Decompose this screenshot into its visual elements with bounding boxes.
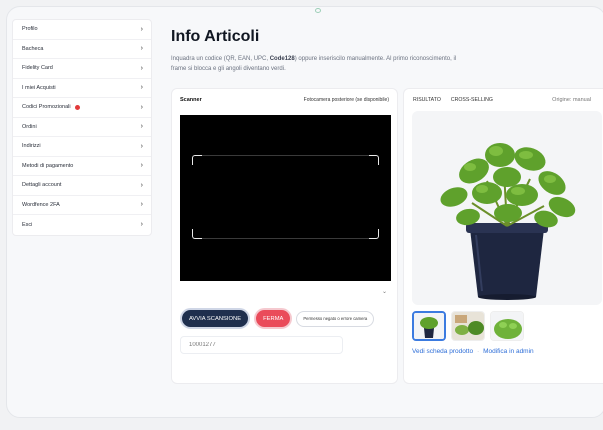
chevron-right-icon: › bbox=[140, 123, 143, 131]
page-description: Inquadra un codice (QR, EAN, UPC, Code12… bbox=[171, 54, 471, 74]
scan-corner-icon bbox=[369, 229, 379, 239]
sidebar-item-label: Codici Promozionali bbox=[22, 104, 71, 111]
basil-plant-image bbox=[440, 143, 576, 300]
desc-code-highlight: Code128 bbox=[269, 56, 295, 62]
status-dot-icon bbox=[315, 8, 321, 13]
sidebar-item-esci[interactable]: Esci › bbox=[13, 215, 151, 235]
start-scan-button[interactable]: AVVIA SCANSIONE bbox=[180, 308, 251, 329]
stop-scan-button[interactable]: FERMA bbox=[254, 308, 293, 329]
sidebar-item-i-miei-acquisti[interactable]: I miei Acquisti › bbox=[13, 79, 151, 98]
camera-select[interactable]: Fotocamera posteriore (se disponibile) bbox=[304, 97, 389, 103]
sidebar-item-label: Fidelity Card bbox=[22, 65, 53, 72]
sidebar-item-profilo[interactable]: Profilo › bbox=[13, 20, 151, 40]
scanner-header: Scanner Fotocamera posteriore (se dispon… bbox=[172, 89, 397, 103]
sidebar-item-label: Metodi di pagamento bbox=[22, 162, 74, 169]
origin-label: Origine: manual bbox=[552, 97, 591, 103]
chevron-right-icon: › bbox=[140, 84, 143, 92]
tab-cross-selling[interactable]: CROSS-SELLING bbox=[451, 97, 493, 103]
thumbnail-plant[interactable] bbox=[412, 311, 446, 341]
chevron-down-icon[interactable]: ⌄ bbox=[382, 288, 387, 295]
sidebar-item-label: Wordfence 2FA bbox=[22, 201, 60, 208]
product-links: Vedi scheda prodotto · Modifica in admin bbox=[412, 348, 534, 355]
sidebar-item-label: I miei Acquisti bbox=[22, 84, 56, 91]
sidebar-item-label: Bacheca bbox=[22, 45, 44, 52]
scanner-actions: AVVIA SCANSIONE FERMA Permesso negato o … bbox=[180, 308, 375, 329]
scan-corner-icon bbox=[192, 229, 202, 239]
scan-corner-icon bbox=[192, 155, 202, 165]
chevron-right-icon: › bbox=[140, 142, 143, 150]
chevron-right-icon: › bbox=[140, 221, 143, 229]
manual-code-input[interactable] bbox=[180, 336, 343, 354]
sidebar-item-label: Indirizzi bbox=[22, 143, 41, 150]
sidebar-item-label-wrap: Ordini bbox=[22, 124, 37, 130]
account-sidebar: Profilo › Bacheca › Fidelity Card › I miei Acq… bbox=[12, 19, 152, 236]
sidebar-item-wordfence-2fa[interactable]: Wordfence 2FA › bbox=[13, 196, 151, 215]
sidebar-item-label-wrap: Profilo bbox=[22, 26, 38, 32]
chevron-right-icon: › bbox=[140, 181, 143, 189]
sidebar-item-label-wrap: Esci bbox=[22, 222, 32, 228]
product-image bbox=[412, 111, 602, 305]
sidebar-item-label-wrap: Bacheca bbox=[22, 46, 43, 52]
sidebar-item-label: Dettagli account bbox=[22, 182, 62, 189]
view-product-link[interactable]: Vedi scheda prodotto bbox=[412, 348, 473, 355]
thumbnail-sprouts[interactable] bbox=[490, 311, 524, 341]
camera-permission-button[interactable]: Permesso negato o errore camera bbox=[296, 310, 375, 327]
sidebar-item-label-wrap: Metodi di pagamento bbox=[22, 163, 73, 169]
notification-badge-icon bbox=[74, 104, 80, 110]
sidebar-item-label: Esci bbox=[22, 221, 33, 228]
thumbnail-leaves[interactable] bbox=[451, 311, 485, 341]
sidebar-item-label-wrap: Indirizzi bbox=[22, 143, 41, 149]
sidebar-item-label-wrap: Codici Promozionali bbox=[22, 104, 80, 110]
scan-frame-edge bbox=[202, 155, 369, 156]
sidebar-item-label-wrap: I miei Acquisti bbox=[22, 85, 56, 91]
sidebar-item-label: Profilo bbox=[22, 26, 38, 33]
sidebar-item-label: Ordini bbox=[22, 123, 37, 130]
chevron-right-icon: › bbox=[140, 25, 143, 33]
camera-viewport bbox=[180, 115, 391, 281]
scan-frame-edge bbox=[202, 238, 369, 239]
sidebar-item-metodi-di-pagamento[interactable]: Metodi di pagamento › bbox=[13, 157, 151, 176]
sidebar-item-indirizzi[interactable]: Indirizzi › bbox=[13, 137, 151, 157]
sidebar-item-label-wrap: Wordfence 2FA bbox=[22, 202, 60, 208]
sidebar-item-fidelity-card[interactable]: Fidelity Card › bbox=[13, 59, 151, 79]
chevron-right-icon: › bbox=[140, 45, 143, 53]
sidebar-item-ordini[interactable]: Ordini › bbox=[13, 118, 151, 137]
edit-in-admin-link[interactable]: Modifica in admin bbox=[483, 348, 534, 355]
link-separator: · bbox=[477, 348, 480, 355]
chevron-right-icon: › bbox=[140, 64, 143, 72]
sidebar-item-dettagli-account[interactable]: Dettagli account › bbox=[13, 176, 151, 196]
page-title: Info Articoli bbox=[171, 28, 260, 45]
scan-corner-icon bbox=[369, 155, 379, 165]
sidebar-item-bacheca[interactable]: Bacheca › bbox=[13, 40, 151, 59]
result-header: RISULTATO CROSS-SELLING Origine: manual bbox=[404, 89, 603, 103]
sidebar-item-label-wrap: Fidelity Card bbox=[22, 65, 53, 71]
chevron-right-icon: › bbox=[140, 103, 143, 111]
product-thumbnails bbox=[412, 311, 524, 341]
tab-result[interactable]: RISULTATO bbox=[413, 97, 441, 103]
result-card: RISULTATO CROSS-SELLING Origine: manual bbox=[403, 88, 603, 384]
chevron-right-icon: › bbox=[140, 201, 143, 209]
scanner-title: Scanner bbox=[180, 97, 202, 103]
scanner-card: Scanner Fotocamera posteriore (se dispon… bbox=[171, 88, 398, 384]
chevron-right-icon: › bbox=[140, 162, 143, 170]
desc-text: Inquadra un codice (QR, EAN, UPC, bbox=[171, 56, 270, 62]
sidebar-item-label-wrap: Dettagli account bbox=[22, 182, 61, 188]
sidebar-item-codici-promozionali[interactable]: Codici Promozionali › bbox=[13, 98, 151, 118]
